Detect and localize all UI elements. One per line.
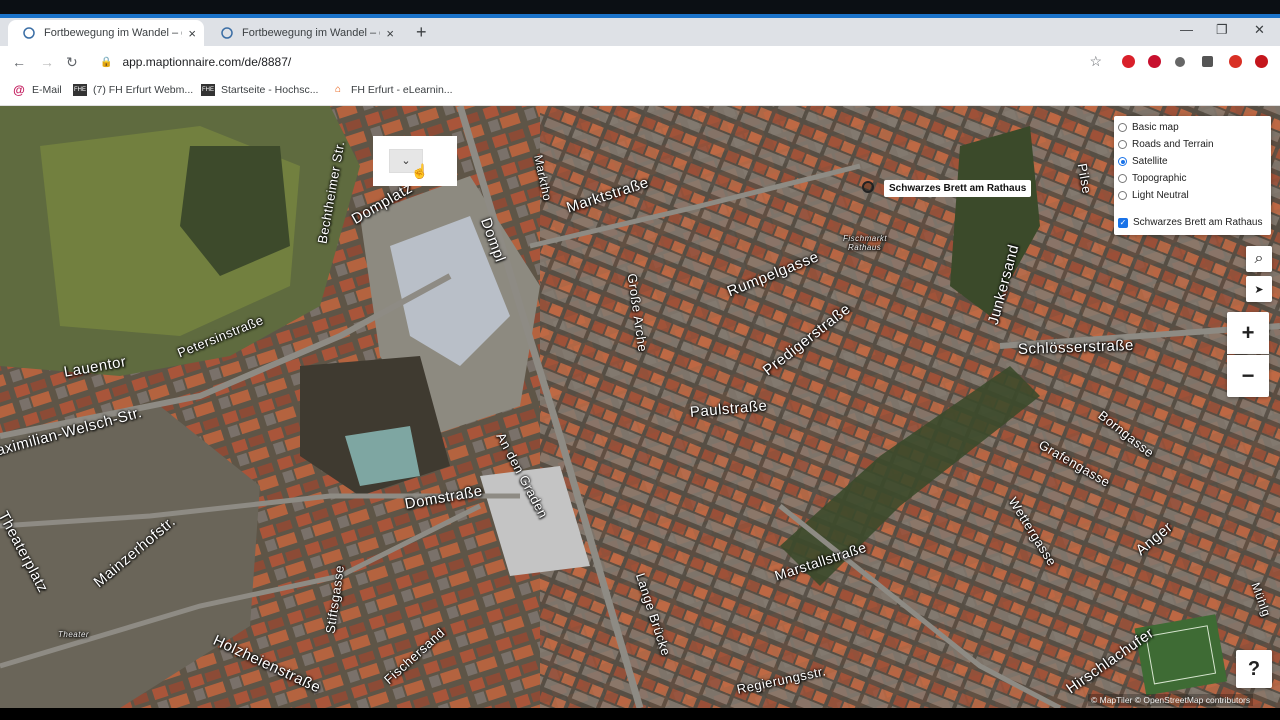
tab-title: Fortbewegung im Wandel – gesu [44, 27, 182, 39]
layer-label: Basic map [1132, 122, 1179, 133]
tab-strip: Fortbewegung im Wandel – gesu × Fortbewe… [0, 18, 1280, 46]
bookmark-fh-webmail[interactable]: FHE (7) FH Erfurt Webm... [73, 84, 193, 96]
bookmark-label: (7) FH Erfurt Webm... [93, 84, 194, 96]
place-label: Theater [58, 630, 90, 639]
zoom-out-button[interactable]: − [1227, 355, 1269, 397]
bookmark-email[interactable]: @ E-Mail [12, 84, 62, 96]
layer-switcher: Basic map Roads and Terrain Satellite To… [1114, 116, 1271, 235]
radio-button[interactable] [1118, 123, 1127, 132]
tab-favicon-icon [22, 26, 36, 40]
radio-button-selected[interactable] [1118, 157, 1127, 166]
url-text: app.maptionnaire.com/de/8887/ [122, 55, 292, 69]
satellite-map[interactable]: Marktstraße Domplatz Dompl Bechtheimer S… [0, 106, 1280, 708]
overlay-label: Schwarzes Brett am Rathaus [1133, 217, 1263, 228]
window-close-button[interactable]: ✕ [1254, 22, 1265, 38]
tab-close-icon[interactable]: × [188, 26, 196, 41]
lock-icon: 🔒 [100, 56, 113, 68]
fhe-logo-icon: FHE [201, 84, 215, 96]
bottom-bar [0, 708, 1280, 720]
help-icon[interactable]: ? [1236, 650, 1272, 688]
bookmark-elearning[interactable]: ⌂ FH Erfurt - eLearnin... [331, 84, 453, 96]
bookmarks-bar: @ E-Mail FHE (7) FH Erfurt Webm... FHE S… [0, 79, 1280, 106]
layer-option-roads[interactable]: Roads and Terrain [1118, 139, 1214, 150]
bookmark-label: E-Mail [32, 84, 62, 96]
browser-toolbar: ← → ↻ 🔒 app.maptionnaire.com/de/8887/ ☆ [0, 46, 1280, 79]
marker-label: Schwarzes Brett am Rathaus [884, 180, 1032, 197]
search-icon[interactable]: ⌕ [1246, 246, 1272, 272]
layer-label: Satellite [1132, 156, 1168, 167]
zoom-in-button[interactable]: + [1227, 312, 1269, 354]
layer-label: Roads and Terrain [1132, 139, 1214, 150]
bookmark-label: FH Erfurt - eLearnin... [351, 84, 453, 96]
layer-option-light-neutral[interactable]: Light Neutral [1118, 190, 1189, 201]
layer-option-topographic[interactable]: Topographic [1118, 173, 1186, 184]
layer-option-satellite[interactable]: Satellite [1118, 156, 1168, 167]
profile-avatar[interactable] [1229, 55, 1242, 68]
hand-cursor-icon: ☝ [411, 163, 429, 179]
extension-opera-icon[interactable] [1122, 55, 1135, 68]
update-icon[interactable] [1255, 55, 1268, 68]
layer-label: Light Neutral [1132, 190, 1189, 201]
layer-option-basic[interactable]: Basic map [1118, 122, 1179, 133]
radio-button[interactable] [1118, 174, 1127, 183]
new-tab-button[interactable]: + [416, 22, 427, 43]
locate-icon[interactable]: ➤ [1246, 276, 1272, 302]
tab-1[interactable]: Fortbewegung im Wandel – gesu × [8, 20, 204, 46]
at-sign-icon: @ [13, 83, 25, 97]
extensions-puzzle-icon[interactable] [1202, 56, 1213, 67]
extension-circle-icon[interactable] [1175, 57, 1185, 67]
back-button[interactable]: ← [12, 54, 26, 70]
bookmark-startseite[interactable]: FHE Startseite - Hochsc... [201, 84, 318, 96]
tab-2[interactable]: Fortbewegung im Wandel – gesu × [206, 20, 402, 46]
place-label: Fischmarkt [843, 234, 888, 243]
radio-button[interactable] [1118, 140, 1127, 149]
overlay-toggle[interactable]: ✓ Schwarzes Brett am Rathaus [1118, 217, 1263, 228]
bookmark-star-icon[interactable]: ☆ [1089, 53, 1102, 70]
os-top-bar [0, 0, 1280, 14]
map-attribution: © MapTiler © OpenStreetMap contributors [1088, 694, 1254, 706]
moodle-icon: ⌂ [334, 84, 342, 95]
reload-button[interactable]: ↻ [66, 54, 78, 71]
map-marker-icon[interactable] [862, 181, 874, 193]
tab-favicon-icon [220, 26, 234, 40]
fhe-logo-icon: FHE [73, 84, 87, 96]
minimize-button[interactable]: — [1180, 22, 1193, 37]
tab-close-icon[interactable]: × [386, 26, 394, 41]
bookmark-label: Startseite - Hochsc... [221, 84, 319, 96]
extension-adblock-icon[interactable] [1148, 55, 1161, 68]
forward-button[interactable]: → [40, 54, 54, 70]
tab-title: Fortbewegung im Wandel – gesu [242, 27, 380, 39]
satellite-imagery [0, 106, 1280, 708]
restore-button[interactable]: ❐ [1216, 22, 1228, 38]
checkbox-checked-icon[interactable]: ✓ [1118, 217, 1128, 228]
layer-label: Topographic [1132, 173, 1187, 184]
place-label: Rathaus [848, 243, 882, 252]
radio-button[interactable] [1118, 191, 1127, 200]
address-bar[interactable]: 🔒 app.maptionnaire.com/de/8887/ ☆ [92, 49, 1108, 75]
